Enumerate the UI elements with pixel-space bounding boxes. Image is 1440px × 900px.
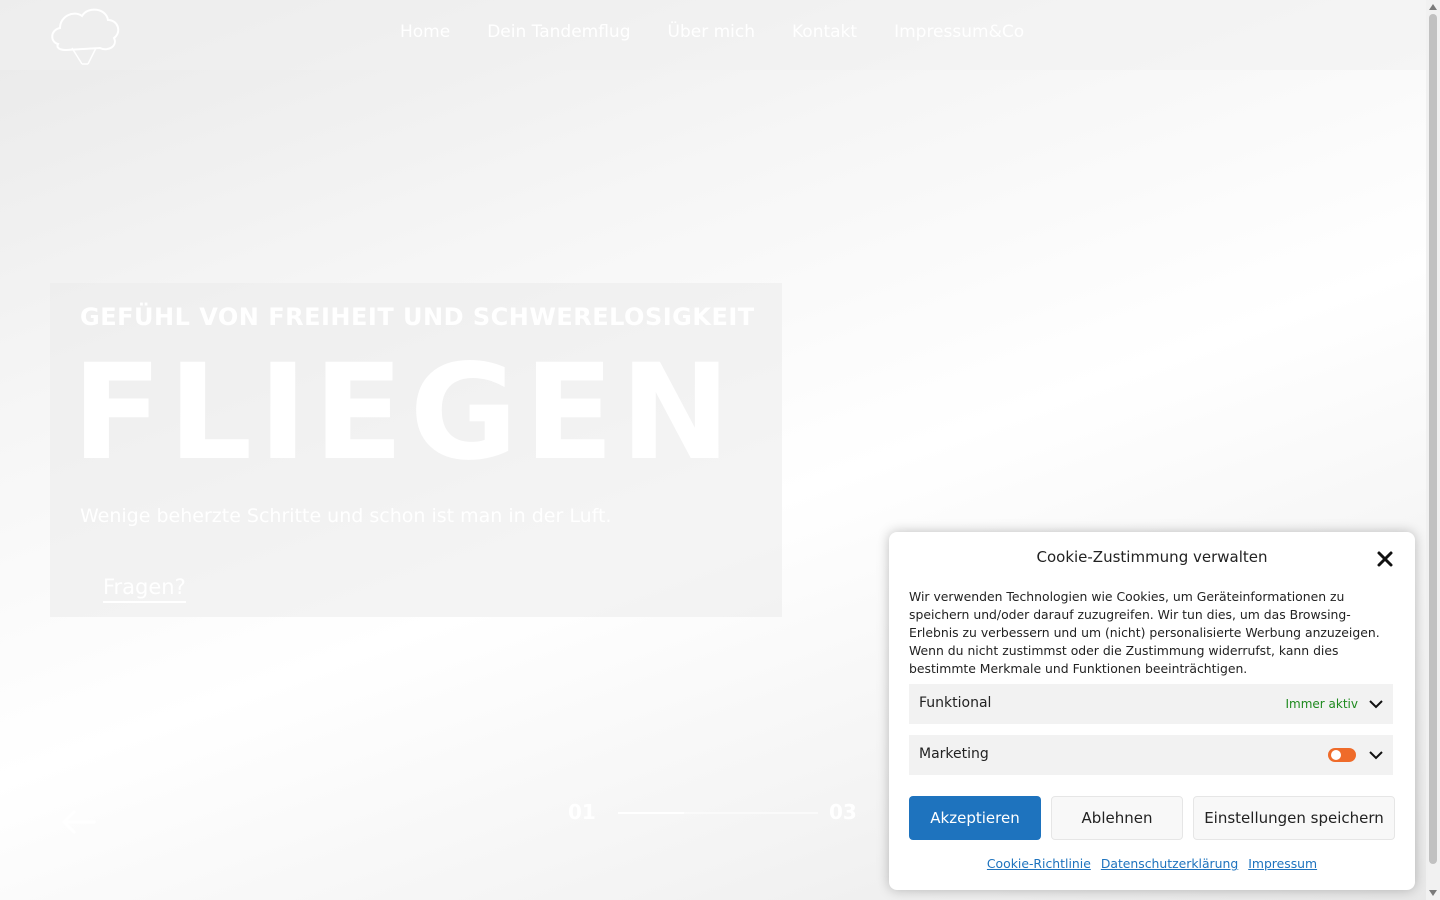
cookie-dialog: Cookie-Zustimmung verwalten Wir verwende…	[889, 532, 1415, 890]
accept-button[interactable]: Akzeptieren	[909, 796, 1041, 840]
slide-progress-fill	[618, 812, 684, 814]
cloud-logo-icon[interactable]	[48, 4, 122, 66]
close-icon[interactable]	[1376, 550, 1394, 568]
always-active-badge: Immer aktiv	[1285, 697, 1359, 711]
category-functional-label: Funktional	[919, 695, 992, 711]
privacy-policy-link[interactable]: Datenschutzerklärung	[1101, 856, 1238, 871]
slide-current: 01	[568, 800, 596, 824]
scroll-thumb[interactable]	[1429, 14, 1437, 864]
questions-button[interactable]: Fragen?	[103, 575, 186, 603]
category-marketing[interactable]: Marketing	[909, 735, 1393, 775]
nav-kontakt[interactable]: Kontakt	[792, 22, 857, 42]
toggle-knob	[1331, 750, 1341, 760]
save-preferences-button[interactable]: Einstellungen speichern	[1193, 796, 1395, 840]
deny-button[interactable]: Ablehnen	[1051, 796, 1183, 840]
hero-text: Wenige beherzte Schritte und schon ist m…	[80, 505, 612, 527]
chevron-down-icon[interactable]	[1368, 698, 1384, 710]
imprint-link[interactable]: Impressum	[1248, 856, 1317, 871]
slide-total: 03	[829, 800, 857, 824]
slide-progress	[618, 812, 818, 814]
nav-ueber-mich[interactable]: Über mich	[668, 22, 756, 42]
nav-tandemflug[interactable]: Dein Tandemflug	[487, 22, 630, 42]
main-nav: Home Dein Tandemflug Über mich Kontakt I…	[400, 22, 1061, 42]
arrow-left-icon[interactable]	[60, 806, 96, 838]
category-functional[interactable]: Funktional Immer aktiv	[909, 684, 1393, 724]
hero-title: FLIEGEN	[72, 336, 737, 490]
site-header: Home Dein Tandemflug Über mich Kontakt I…	[0, 0, 1426, 70]
nav-impressum[interactable]: Impressum&Co	[894, 22, 1024, 42]
cookie-policy-link[interactable]: Cookie-Richtlinie	[987, 856, 1091, 871]
scroll-down-icon[interactable]	[1429, 890, 1437, 896]
page-scrollbar[interactable]	[1426, 0, 1440, 900]
category-marketing-label: Marketing	[919, 746, 989, 762]
hero-subtitle: GEFÜHL VON FREIHEIT UND SCHWERELOSIGKEIT	[80, 303, 755, 331]
hero-box: GEFÜHL VON FREIHEIT UND SCHWERELOSIGKEIT…	[50, 283, 782, 617]
nav-home[interactable]: Home	[400, 22, 450, 42]
chevron-down-icon[interactable]	[1368, 749, 1384, 761]
cookie-links: Cookie-Richtlinie Datenschutzerklärung I…	[889, 856, 1415, 871]
marketing-toggle[interactable]	[1328, 748, 1356, 762]
scroll-up-icon[interactable]	[1429, 4, 1437, 10]
cookie-description: Wir verwenden Technologien wie Cookies, …	[909, 589, 1380, 676]
cookie-title: Cookie-Zustimmung verwalten	[1036, 548, 1268, 566]
